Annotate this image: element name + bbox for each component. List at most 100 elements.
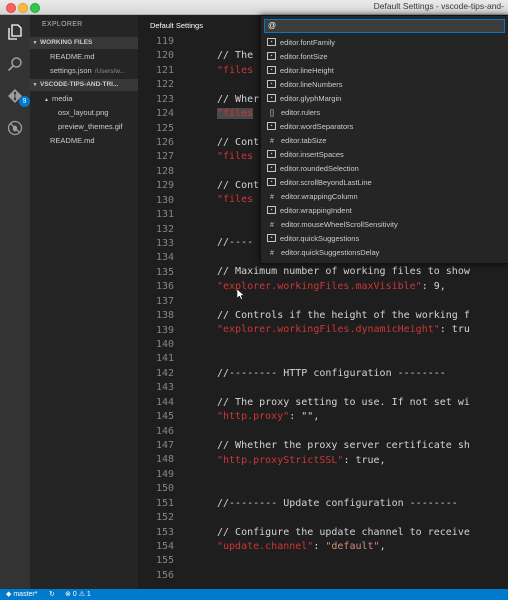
project-label: VSCODE-TIPS-AND-TRI... (40, 81, 119, 88)
property-icon: ▪ (267, 150, 276, 159)
branch-status[interactable]: ◆ master* (6, 589, 37, 600)
line-number: 125 (155, 122, 174, 134)
symbol-list-item[interactable]: ▪ editor.glyphMargin (264, 92, 505, 106)
line-number: 149 (155, 468, 174, 480)
branch-name: master* (13, 591, 38, 598)
array-icon: [] (270, 110, 274, 117)
symbol-list-item[interactable]: # editor.quickSuggestionsDelay (264, 246, 505, 260)
json-value: : "", (289, 411, 320, 422)
source-control-icon[interactable]: 9 (5, 86, 30, 107)
error-count: 0 (72, 591, 77, 598)
json-key: "explorer.workingFiles.dynamicHeight" (217, 324, 440, 335)
line-number: 122 (155, 79, 174, 91)
symbol-list-item[interactable]: ▪ editor.fontSize (264, 50, 505, 64)
symbol-list-item[interactable]: ▪ editor.fontFamily (264, 36, 505, 50)
file-item[interactable]: osx_layout.png (58, 107, 108, 119)
problems-status[interactable]: ⊗ 0 ⚠ 1 (65, 589, 91, 600)
symbol-label: editor.glyphMargin (280, 94, 342, 103)
code-line: //---- (217, 237, 254, 248)
symbol-quick-open: @ ▪ editor.fontFamily ▪ editor.fontSize ▪ edi… (260, 15, 508, 264)
symbol-list-item[interactable]: ▪ editor.insertSpaces (264, 148, 505, 162)
status-bar: ◆ master* ↻ ⊗ 0 ⚠ 1 (0, 589, 508, 600)
tab-default-settings[interactable]: Default Settings (138, 15, 262, 37)
symbol-label: editor.lineNumbers (280, 80, 343, 89)
line-number: 152 (155, 512, 174, 524)
file-item[interactable]: preview_themes.gif (58, 121, 123, 133)
code-line: // Cont (217, 137, 260, 148)
property-icon: ▪ (267, 164, 276, 173)
number-icon: # (270, 138, 274, 145)
json-key: "http.proxyStrictSSL" (217, 455, 344, 466)
working-file-item[interactable]: settings.json/Users/w... (50, 65, 125, 78)
symbol-label: editor.fontSize (280, 52, 328, 61)
explorer-sidebar: EXPLORER ▼ WORKING FILES README.md settin… (30, 15, 138, 589)
property-icon: ▪ (267, 52, 276, 61)
json-key: "update.channel" (217, 541, 314, 552)
property-icon: ▪ (267, 94, 276, 103)
file-name: preview_themes.gif (58, 122, 123, 131)
line-number: 130 (155, 194, 174, 206)
json-comma: , (379, 541, 386, 552)
project-section-header[interactable]: ▼ VSCODE-TIPS-AND-TRI... (30, 79, 138, 91)
code-line: //-------- Update configuration -------- (217, 498, 458, 509)
line-number: 143 (155, 382, 174, 394)
close-window-button[interactable] (6, 3, 16, 13)
code-line: // Cont (217, 180, 260, 191)
symbol-label: editor.tabSize (281, 136, 327, 145)
file-item[interactable]: README.md (50, 135, 95, 147)
symbol-list-item[interactable]: ▪ editor.roundedSelection (264, 162, 505, 176)
line-number: 155 (155, 555, 174, 567)
number-icon: # (270, 194, 274, 201)
code-line: "explorer.workingFiles.dynamicHeight": t… (217, 324, 470, 335)
quick-open-input[interactable]: @ (264, 19, 505, 33)
working-file-item[interactable]: README.md (50, 51, 95, 63)
property-icon: ▪ (267, 122, 276, 131)
sync-icon[interactable]: ↻ (49, 589, 55, 600)
symbol-label: editor.wordSeparators (280, 122, 354, 131)
symbol-list-item[interactable]: ▪ editor.quickSuggestions (264, 232, 505, 246)
line-number: 127 (155, 151, 174, 163)
property-icon: ▪ (267, 234, 276, 243)
symbol-list-item[interactable]: [] editor.rulers (264, 106, 505, 120)
working-file-name: settings.json (50, 66, 92, 75)
mouse-pointer-icon (236, 287, 245, 305)
code-line: // The proxy setting to use. If not set … (217, 397, 470, 408)
symbol-label: editor.roundedSelection (280, 164, 359, 173)
line-number: 146 (155, 425, 174, 437)
line-number: 154 (155, 541, 174, 553)
code-line: "files (217, 108, 254, 119)
chevron-down-icon: ▼ (32, 82, 38, 88)
symbol-list-item[interactable]: ▪ editor.wrappingIndent (264, 204, 505, 218)
symbol-label: editor.mouseWheelScrollSensitivity (281, 220, 398, 229)
symbol-list-item[interactable]: # editor.tabSize (264, 134, 505, 148)
minimize-window-button[interactable] (18, 3, 28, 13)
json-value: : tru (439, 324, 470, 335)
json-key: "http.proxy" (217, 411, 290, 422)
line-number: 142 (155, 367, 174, 379)
sidebar-title: EXPLORER (42, 21, 83, 28)
activity-bar: 9 (0, 15, 30, 589)
symbol-list-item[interactable]: ▪ editor.lineNumbers (264, 78, 505, 92)
symbol-label: editor.scrollBeyondLastLine (280, 178, 372, 187)
symbol-label: editor.wrappingIndent (280, 206, 352, 215)
symbol-list-item[interactable]: # editor.mouseWheelScrollSensitivity (264, 218, 505, 232)
chevron-down-icon: ▼ (32, 40, 38, 46)
symbol-list-item[interactable]: ▪ editor.lineHeight (264, 64, 505, 78)
symbol-list-item[interactable]: ▪ editor.wordSeparators (264, 120, 505, 134)
symbol-list-item[interactable]: ▪ editor.scrollBeyondLastLine (264, 176, 505, 190)
line-number: 128 (155, 165, 174, 177)
symbol-list-item[interactable]: # editor.wrappingColumn (264, 190, 505, 204)
json-value: "default" (325, 541, 380, 552)
symbol-label: editor.wrappingColumn (281, 192, 358, 201)
folder-item-media[interactable]: ▲ media (44, 93, 72, 106)
working-file-path: /Users/w... (94, 68, 126, 75)
zoom-window-button[interactable] (30, 3, 40, 13)
title-bar: Default Settings - vscode-tips-and- (0, 0, 508, 15)
code-line: //-------- HTTP configuration -------- (217, 368, 446, 379)
debug-icon[interactable] (5, 118, 25, 138)
line-number: 140 (155, 339, 174, 351)
line-number: 139 (155, 324, 174, 336)
search-icon[interactable] (5, 54, 25, 74)
explorer-icon[interactable] (5, 22, 25, 42)
working-files-section-header[interactable]: ▼ WORKING FILES (30, 37, 138, 49)
